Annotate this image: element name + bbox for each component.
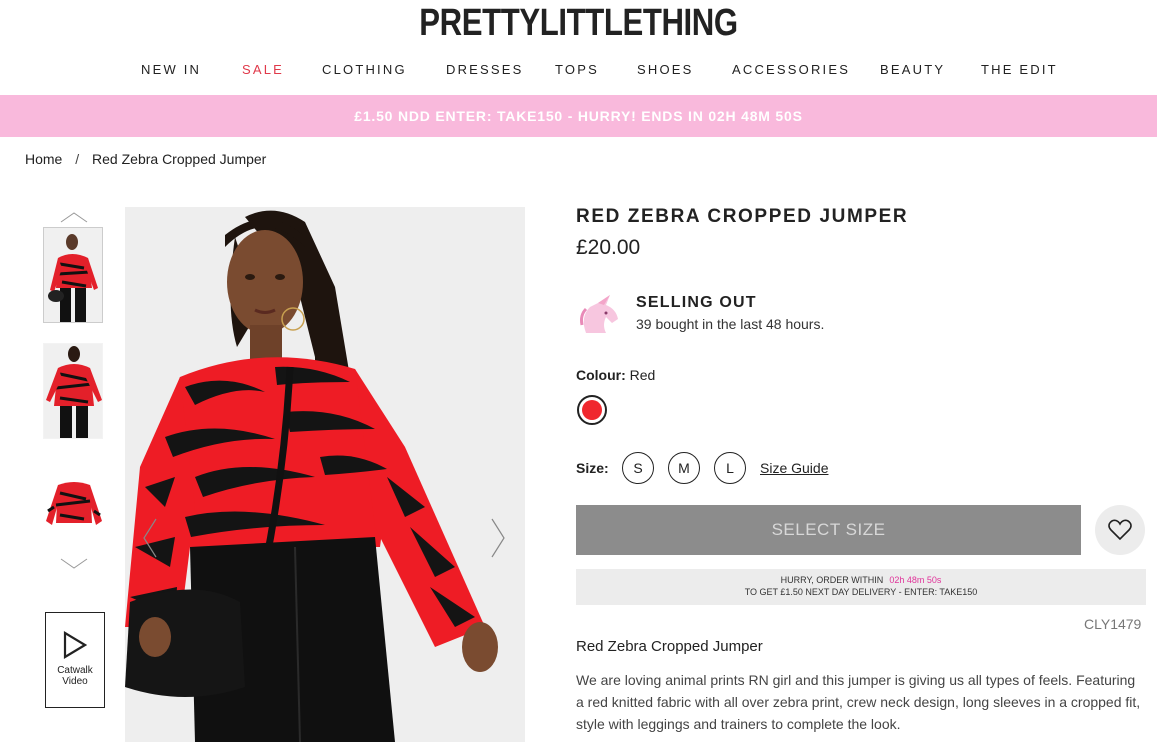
arrow-right-icon[interactable]: [491, 518, 505, 558]
chevron-down-icon[interactable]: [60, 558, 88, 570]
select-size-button[interactable]: SELECT SIZE: [576, 505, 1081, 555]
brand-logo[interactable]: PRETTYLITTLETHING: [104, 2, 1053, 45]
product-description: We are loving animal prints RN girl and …: [576, 672, 1141, 732]
size-option-m[interactable]: M: [668, 452, 700, 484]
nav-item-dresses[interactable]: DRESSES: [446, 62, 524, 77]
description-title: Red Zebra Cropped Jumper: [576, 638, 763, 655]
wishlist-button[interactable]: [1095, 505, 1145, 555]
nav-item-tops[interactable]: TOPS: [555, 62, 599, 77]
nav-item-accessories[interactable]: ACCESSORIES: [732, 62, 850, 77]
size-option-s[interactable]: S: [622, 452, 654, 484]
colour-label-key: Colour:: [576, 367, 626, 383]
delivery-countdown: HURRY, ORDER WITHIN 02h 48m 50s TO GET £1…: [576, 569, 1146, 605]
nav-item-the-edit[interactable]: THE EDIT: [981, 62, 1058, 77]
breadcrumb-home[interactable]: Home: [25, 151, 62, 167]
colour-label-value: Red: [629, 367, 656, 383]
delivery-countdown-line2: TO GET £1.50 NEXT DAY DELIVERY - ENTER: …: [744, 587, 978, 597]
product-title: RED ZEBRA CROPPED JUMPER: [576, 206, 909, 227]
colour-label: Colour: Red: [576, 367, 655, 383]
product-sku: CLY1479: [1084, 616, 1142, 632]
play-icon: [63, 631, 87, 659]
breadcrumb-separator: /: [75, 151, 80, 167]
chevron-up-icon[interactable]: [60, 211, 88, 223]
colour-swatch-fill: [582, 400, 602, 420]
selling-out-subtitle: 39 bought in the last 48 hours.: [636, 316, 825, 332]
main-nav: NEW IN SALE CLOTHING DRESSES TOPS SHOES …: [0, 62, 1157, 82]
breadcrumb: Home / Red Zebra Cropped Jumper: [25, 151, 266, 167]
nav-item-clothing[interactable]: CLOTHING: [322, 62, 407, 77]
nav-item-shoes[interactable]: SHOES: [637, 62, 694, 77]
nav-item-new-in[interactable]: NEW IN: [141, 62, 201, 77]
selling-out-title: SELLING OUT: [636, 294, 757, 311]
size-guide-link[interactable]: Size Guide: [760, 460, 828, 476]
heart-icon: [1108, 519, 1132, 541]
promo-banner[interactable]: £1.50 NDD ENTER: TAKE150 - HURRY! ENDS I…: [0, 95, 1157, 137]
nav-item-sale[interactable]: SALE: [242, 62, 284, 77]
unicorn-icon: [580, 295, 618, 333]
hurry-text: HURRY, ORDER WITHIN: [780, 575, 884, 585]
product-price: £20.00: [576, 236, 641, 259]
thumbnail-3[interactable]: [43, 470, 103, 540]
colour-swatch-red[interactable]: [577, 395, 607, 425]
catwalk-label-2: Video: [62, 676, 88, 687]
catwalk-label-1: Catwalk: [57, 665, 93, 676]
breadcrumb-current: Red Zebra Cropped Jumper: [92, 151, 267, 167]
nav-item-beauty[interactable]: BEAUTY: [880, 62, 945, 77]
main-product-image[interactable]: [125, 207, 525, 742]
thumbnail-2[interactable]: [43, 343, 103, 439]
arrow-left-icon[interactable]: [143, 518, 157, 558]
thumbnail-1[interactable]: [43, 227, 103, 323]
size-option-l[interactable]: L: [714, 452, 746, 484]
catwalk-video-button[interactable]: Catwalk Video: [45, 612, 105, 708]
delivery-countdown-line1: HURRY, ORDER WITHIN 02h 48m 50s: [576, 574, 1146, 586]
countdown-timer: 02h 48m 50s: [889, 575, 942, 585]
size-label: Size:: [576, 460, 609, 476]
